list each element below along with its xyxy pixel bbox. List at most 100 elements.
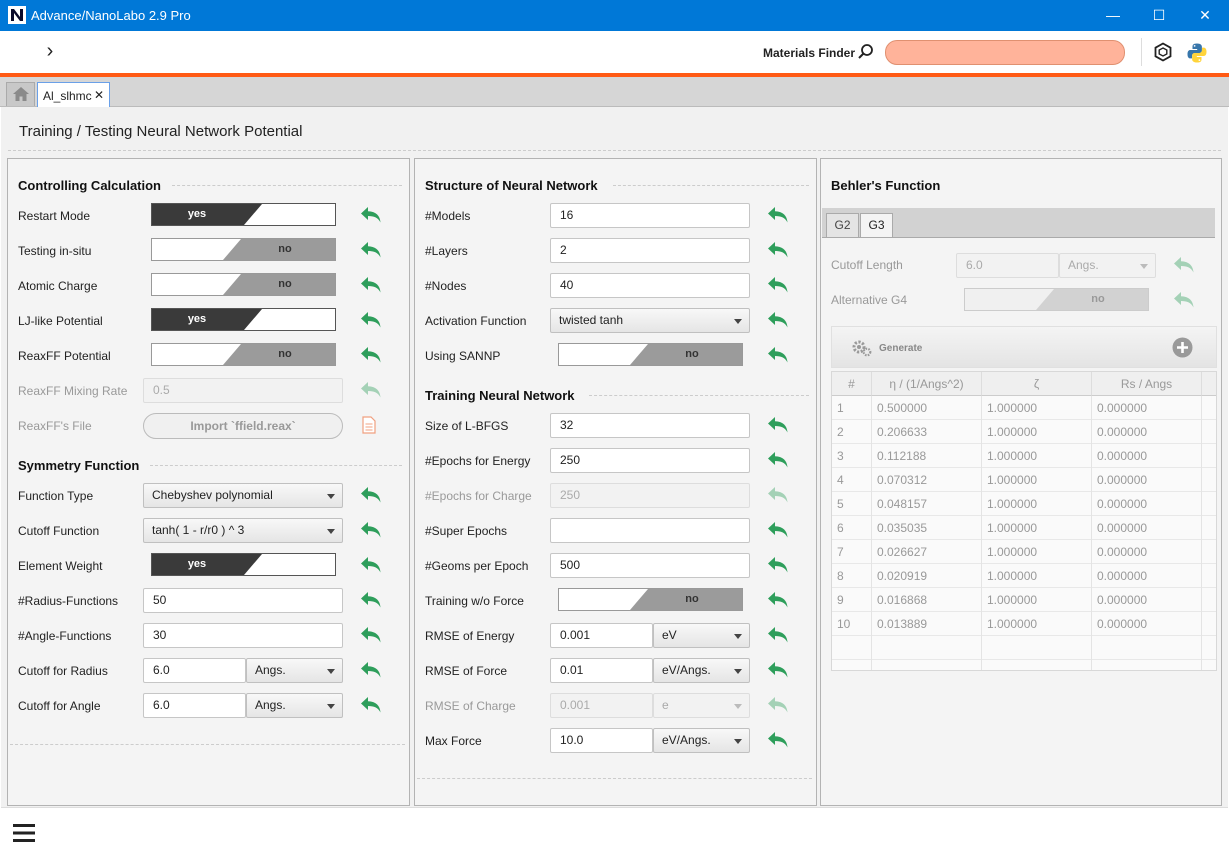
table-row[interactable]: 5 0.048157 1.000000 0.000000 — [832, 492, 1216, 516]
cutoff-angle-unit-select[interactable]: Angs. — [246, 693, 343, 718]
angle-functions-input[interactable]: 30 — [143, 623, 343, 648]
hamburger-menu-icon[interactable] — [13, 823, 35, 843]
reset-arrow-icon[interactable] — [767, 451, 789, 469]
column-header[interactable]: # — [832, 372, 872, 396]
reset-arrow-icon[interactable] — [767, 556, 789, 574]
reset-arrow-icon[interactable] — [360, 591, 382, 609]
reset-arrow-icon[interactable] — [360, 206, 382, 224]
lj-like-toggle[interactable]: yes — [151, 308, 336, 331]
column-header[interactable]: η / (1/Angs^2) — [872, 372, 982, 396]
rmse-energy-input[interactable]: 0.001 — [550, 623, 653, 648]
reset-arrow-icon[interactable] — [1173, 291, 1195, 309]
reset-arrow-icon[interactable] — [360, 626, 382, 644]
reaxff-potential-toggle[interactable]: no — [151, 343, 336, 366]
reset-arrow-icon[interactable] — [360, 276, 382, 294]
reset-arrow-icon[interactable] — [767, 206, 789, 224]
rmse-force-unit-select[interactable]: eV/Angs. — [653, 658, 750, 683]
cutoff-function-select[interactable]: tanh( 1 - r/r0 ) ^ 3 — [143, 518, 343, 543]
reset-arrow-icon[interactable] — [767, 486, 789, 504]
reset-arrow-icon[interactable] — [360, 381, 382, 399]
reset-arrow-icon[interactable] — [767, 521, 789, 539]
alt-g4-toggle[interactable]: no — [964, 288, 1149, 311]
epochs-charge-input[interactable]: 250 — [550, 483, 750, 508]
close-tab-icon[interactable]: ✕ — [94, 88, 104, 102]
cutoff-radius-unit-select[interactable]: Angs. — [246, 658, 343, 683]
tab-g3[interactable]: G3 — [860, 213, 893, 238]
maximize-button[interactable]: ☐ — [1136, 0, 1182, 31]
materials-finder-search-input[interactable] — [885, 40, 1125, 65]
table-row[interactable]: 6 0.035035 1.000000 0.000000 — [832, 516, 1216, 540]
reset-arrow-icon[interactable] — [360, 346, 382, 364]
file-icon[interactable] — [362, 416, 376, 434]
close-window-button[interactable]: ✕ — [1182, 0, 1228, 31]
reset-arrow-icon[interactable] — [1173, 256, 1195, 274]
expand-chevron-button[interactable]: › — [39, 37, 61, 65]
reset-arrow-icon[interactable] — [360, 241, 382, 259]
reset-arrow-icon[interactable] — [767, 696, 789, 714]
table-row[interactable]: 2 0.206633 1.000000 0.000000 — [832, 420, 1216, 444]
reset-arrow-icon[interactable] — [360, 486, 382, 504]
activation-select[interactable]: twisted tanh — [550, 308, 750, 333]
table-row[interactable]: 4 0.070312 1.000000 0.000000 — [832, 468, 1216, 492]
cutoff-angle-input[interactable]: 6.0 — [143, 693, 246, 718]
super-epochs-input[interactable] — [550, 518, 750, 543]
cutoff-length-unit-select[interactable]: Angs. — [1059, 253, 1156, 278]
reset-arrow-icon[interactable] — [767, 591, 789, 609]
gears-icon[interactable] — [851, 338, 873, 358]
table-row[interactable]: 1 0.500000 1.000000 0.000000 — [832, 396, 1216, 420]
max-force-input[interactable]: 10.0 — [550, 728, 653, 753]
rmse-charge-input[interactable]: 0.001 — [550, 693, 653, 718]
lbfgs-input[interactable]: 32 — [550, 413, 750, 438]
element-weight-toggle[interactable]: yes — [151, 553, 336, 576]
without-force-toggle[interactable]: no — [558, 588, 743, 611]
nodes-input[interactable]: 40 — [550, 273, 750, 298]
home-tab[interactable] — [6, 82, 35, 106]
reset-arrow-icon[interactable] — [360, 556, 382, 574]
search-icon[interactable] — [857, 43, 875, 61]
reset-arrow-icon[interactable] — [360, 696, 382, 714]
atomic-charge-toggle[interactable]: no — [151, 273, 336, 296]
generate-button[interactable]: Generate — [879, 343, 922, 354]
sannp-toggle[interactable]: no — [558, 343, 743, 366]
python-icon[interactable] — [1186, 42, 1208, 64]
reset-arrow-icon[interactable] — [767, 276, 789, 294]
reset-arrow-icon[interactable] — [767, 346, 789, 364]
cutoff-length-input[interactable]: 6.0 — [956, 253, 1059, 278]
minimize-button[interactable]: — — [1090, 0, 1136, 31]
geoms-per-epoch-input[interactable]: 500 — [550, 553, 750, 578]
rmse-energy-unit-select[interactable]: eV — [653, 623, 750, 648]
tab-al-slhmc[interactable]: Al_slhmc ✕ — [37, 82, 110, 107]
table-row[interactable]: 10 0.013889 1.000000 0.000000 — [832, 612, 1216, 636]
function-type-select[interactable]: Chebyshev polynomial — [143, 483, 343, 508]
column-header[interactable]: ζ — [982, 372, 1092, 396]
reset-arrow-icon[interactable] — [360, 661, 382, 679]
max-force-unit-select[interactable]: eV/Angs. — [653, 728, 750, 753]
radius-functions-input[interactable]: 50 — [143, 588, 343, 613]
add-circle-icon[interactable] — [1172, 337, 1193, 358]
hexagon-structure-icon[interactable] — [1153, 42, 1173, 62]
layers-input[interactable]: 2 — [550, 238, 750, 263]
table-row[interactable]: 9 0.016868 1.000000 0.000000 — [832, 588, 1216, 612]
restart-mode-toggle[interactable]: yes — [151, 203, 336, 226]
table-row[interactable]: 8 0.020919 1.000000 0.000000 — [832, 564, 1216, 588]
testing-insitu-toggle[interactable]: no — [151, 238, 336, 261]
reset-arrow-icon[interactable] — [360, 311, 382, 329]
rmse-charge-unit-select[interactable]: e — [653, 693, 750, 718]
epochs-energy-input[interactable]: 250 — [550, 448, 750, 473]
reset-arrow-icon[interactable] — [767, 731, 789, 749]
models-input[interactable]: 16 — [550, 203, 750, 228]
column-header[interactable]: Rs / Angs — [1092, 372, 1202, 396]
rmse-force-input[interactable]: 0.01 — [550, 658, 653, 683]
reset-arrow-icon[interactable] — [767, 241, 789, 259]
table-row[interactable]: 7 0.026627 1.000000 0.000000 — [832, 540, 1216, 564]
cutoff-radius-input[interactable]: 6.0 — [143, 658, 246, 683]
table-row[interactable]: 3 0.112188 1.000000 0.000000 — [832, 444, 1216, 468]
reset-arrow-icon[interactable] — [767, 626, 789, 644]
reset-arrow-icon[interactable] — [767, 661, 789, 679]
tab-g2[interactable]: G2 — [826, 213, 859, 238]
reset-arrow-icon[interactable] — [767, 416, 789, 434]
reset-arrow-icon[interactable] — [767, 311, 789, 329]
reset-arrow-icon[interactable] — [360, 521, 382, 539]
import-ffield-button[interactable]: Import `ffield.reax` — [143, 413, 343, 439]
reaxff-mixing-input[interactable]: 0.5 — [143, 378, 343, 403]
